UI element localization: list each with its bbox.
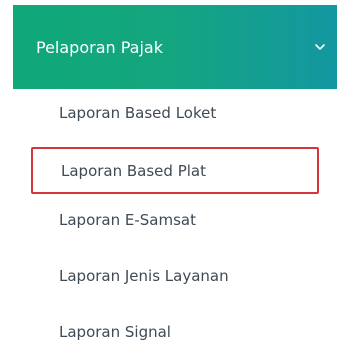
submenu-item-label: Laporan Jenis Layanan: [59, 266, 229, 285]
submenu-item-label: Laporan Based Loket: [59, 103, 217, 122]
sidebar-menu: Pelaporan Pajak Laporan Based Loket Lapo…: [0, 0, 337, 357]
submenu-item-label: Laporan Based Plat: [61, 161, 206, 180]
submenu-item-laporan-based-loket[interactable]: Laporan Based Loket: [28, 89, 328, 136]
submenu-item-laporan-e-samsat[interactable]: Laporan E-Samsat: [28, 196, 328, 243]
menu-header-label: Pelaporan Pajak: [36, 37, 163, 57]
submenu-item-label: Laporan E-Samsat: [59, 210, 196, 229]
submenu-item-laporan-based-plat[interactable]: Laporan Based Plat: [31, 147, 319, 194]
chevron-down-icon[interactable]: [313, 40, 327, 54]
submenu-item-label: Laporan Signal: [59, 322, 171, 341]
menu-header-pelaporan-pajak[interactable]: Pelaporan Pajak: [13, 5, 337, 89]
submenu-item-laporan-signal[interactable]: Laporan Signal: [28, 308, 328, 355]
submenu-item-laporan-jenis-layanan[interactable]: Laporan Jenis Layanan: [28, 252, 328, 299]
